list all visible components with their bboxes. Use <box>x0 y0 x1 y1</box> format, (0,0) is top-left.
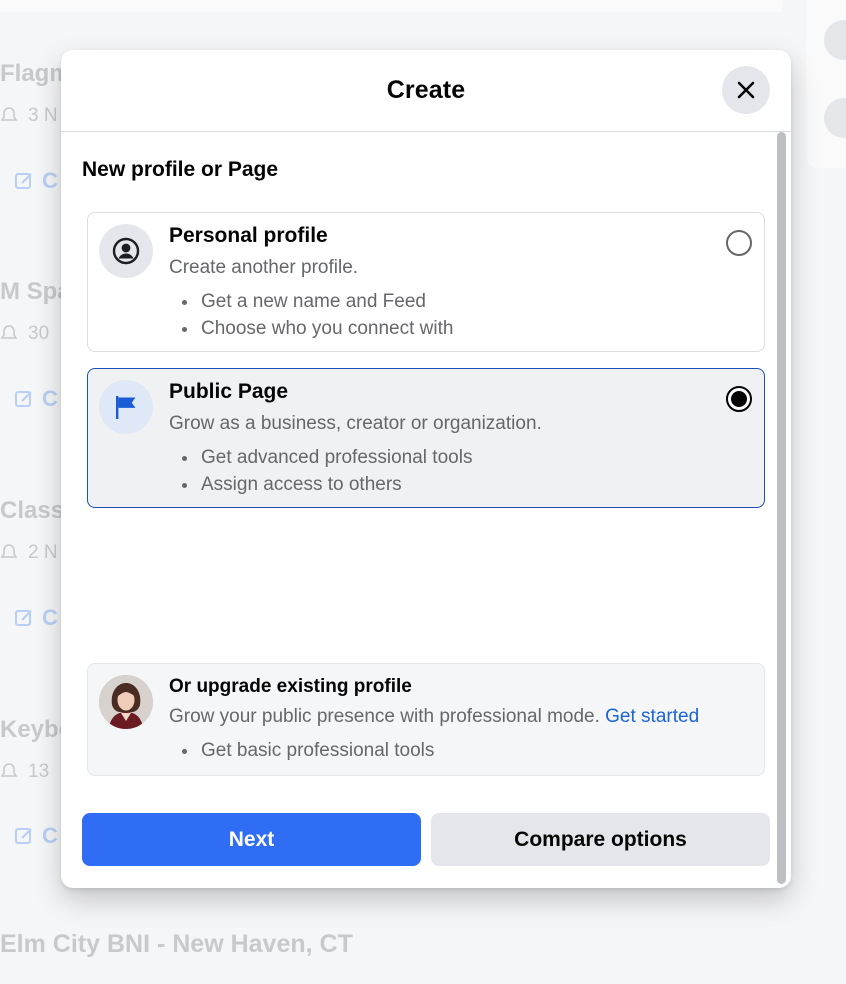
upgrade-description-row: Grow your public presence with professio… <box>169 706 699 728</box>
background-card <box>0 0 782 12</box>
upgrade-bullet: Get basic professional tools <box>181 737 434 764</box>
dialog-header: Create <box>61 50 791 132</box>
next-button[interactable]: Next <box>82 813 421 866</box>
bell-icon <box>0 325 18 339</box>
option-title: Personal profile <box>169 224 328 247</box>
bell-icon <box>0 544 18 558</box>
dialog-scrollbar[interactable] <box>777 132 786 884</box>
bg-edit-link: C <box>14 605 58 631</box>
bg-group-subtitle: 13 <box>0 761 49 783</box>
bg-group-subtitle: 30 <box>0 323 49 345</box>
create-dialog: Create New profile or Page Personal prof… <box>61 50 791 888</box>
upgrade-profile-card: Or upgrade existing profile Grow your pu… <box>87 663 765 776</box>
bg-edit-link: C <box>14 168 58 194</box>
option-bullet: Choose who you connect with <box>181 315 453 342</box>
bg-edit-label: C <box>42 386 58 411</box>
bg-group-subtitle: 2 N <box>0 542 58 564</box>
avatar <box>99 675 153 729</box>
bg-group-count: 13 <box>28 761 50 782</box>
bg-edit-label: C <box>42 823 58 848</box>
bg-group-count: 2 N <box>28 542 58 563</box>
option-bullets: Get a new name and Feed Choose who you c… <box>181 288 453 342</box>
bg-group-title: Class <box>0 497 65 524</box>
option-bullet: Get advanced professional tools <box>181 444 472 471</box>
option-title: Public Page <box>169 380 289 403</box>
person-circle-icon <box>99 224 153 278</box>
option-public-page[interactable]: Public Page Grow as a business, creator … <box>87 368 765 508</box>
bg-group-count: 30 <box>28 323 50 344</box>
section-title: New profile or Page <box>82 158 279 181</box>
bg-group-subtitle: 3 N <box>0 105 58 127</box>
bg-edit-link: C <box>14 386 58 412</box>
close-icon <box>737 81 755 99</box>
option-personal-profile[interactable]: Personal profile Create another profile.… <box>87 212 765 352</box>
option-description: Create another profile. <box>169 257 359 278</box>
edit-icon <box>15 173 32 189</box>
edit-icon <box>15 828 32 844</box>
bg-group-count: 3 N <box>28 105 58 126</box>
bg-edit-label: C <box>42 605 58 630</box>
get-started-link[interactable]: Get started <box>605 706 699 727</box>
bg-edit-link: C <box>14 823 58 849</box>
radio-public-page[interactable] <box>726 386 752 412</box>
edit-icon <box>15 391 32 407</box>
upgrade-title: Or upgrade existing profile <box>169 676 412 697</box>
bell-icon <box>0 763 18 777</box>
upgrade-description: Grow your public presence with professio… <box>169 706 606 727</box>
bell-icon <box>0 107 18 121</box>
edit-icon <box>15 610 32 626</box>
flag-icon <box>99 380 153 434</box>
upgrade-bullets: Get basic professional tools <box>181 737 434 764</box>
compare-options-button[interactable]: Compare options <box>431 813 770 866</box>
close-button[interactable] <box>722 66 770 114</box>
radio-personal-profile[interactable] <box>726 230 752 256</box>
option-bullet: Get a new name and Feed <box>181 288 453 315</box>
bg-edit-label: C <box>42 168 58 193</box>
option-bullets: Get advanced professional tools Assign a… <box>181 444 472 498</box>
option-bullet: Assign access to others <box>181 471 472 498</box>
option-description: Grow as a business, creator or organizat… <box>169 413 542 434</box>
bg-bottom-group-title: Elm City BNI - New Haven, CT <box>0 930 353 958</box>
dialog-title: Create <box>386 76 466 104</box>
